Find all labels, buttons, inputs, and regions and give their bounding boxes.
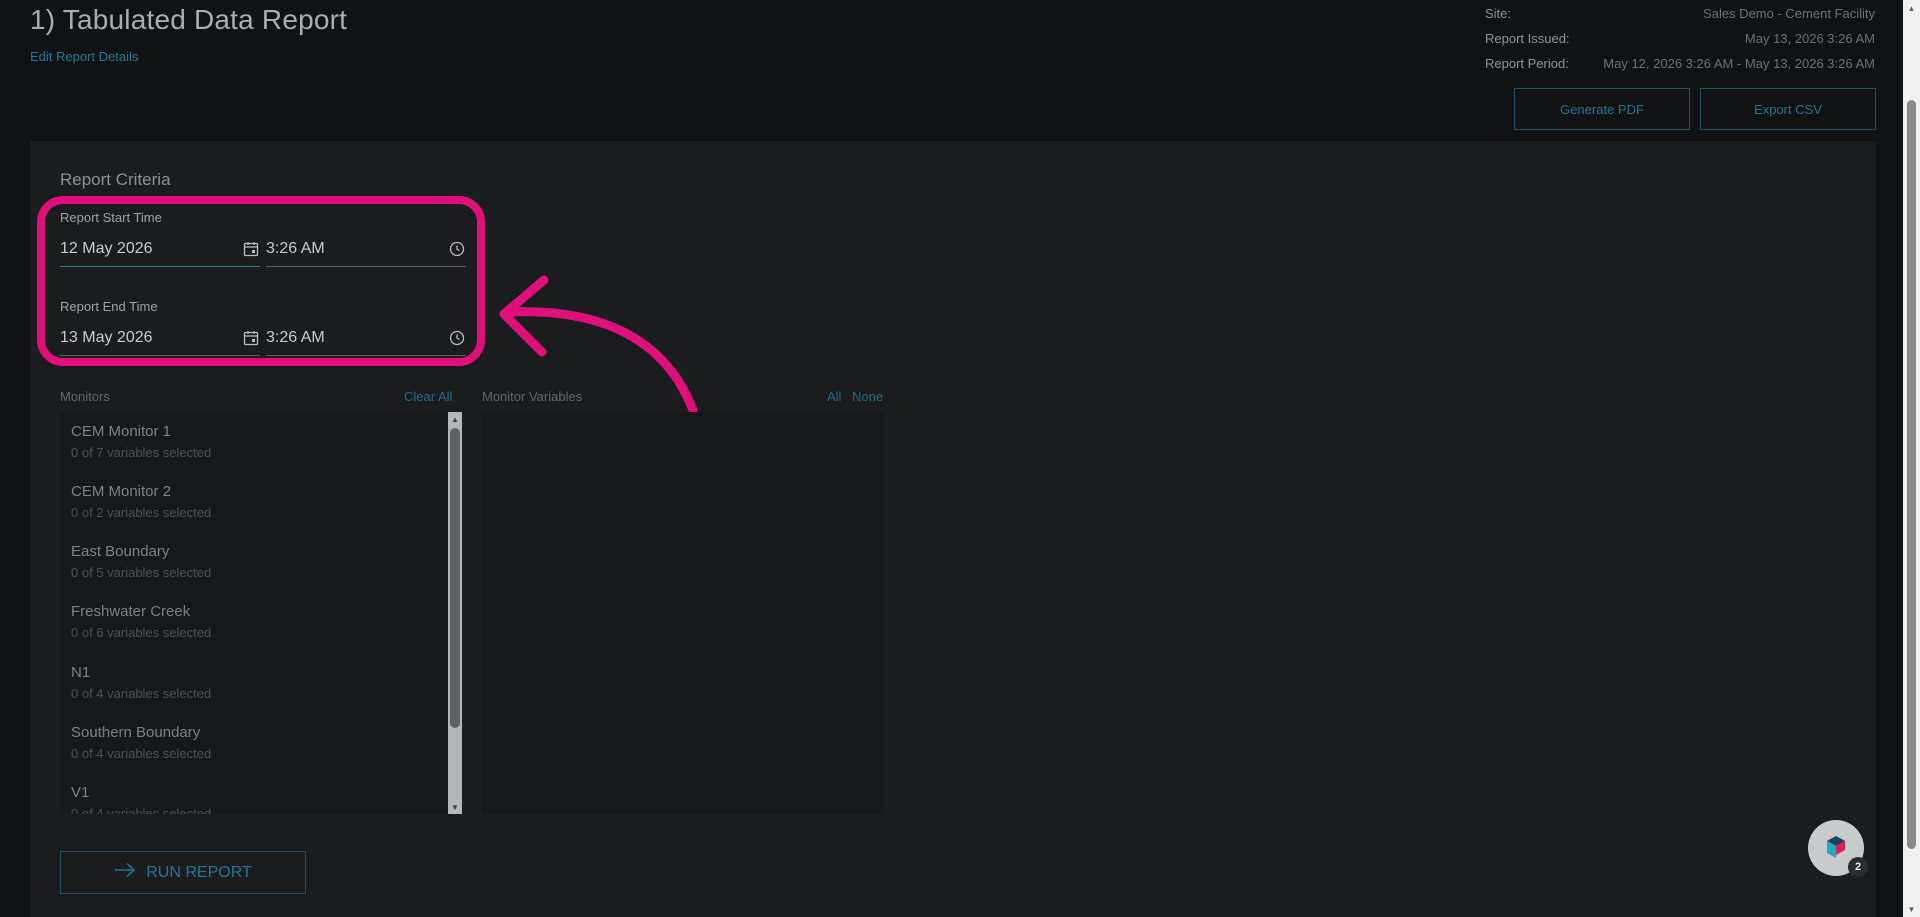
site-row: Site: Sales Demo - Cement Facility bbox=[1485, 5, 1875, 30]
period-label: Report Period: bbox=[1485, 56, 1569, 71]
report-criteria-title: Report Criteria bbox=[60, 170, 171, 189]
period-value: May 12, 2026 3:26 AM - May 13, 2026 3:26… bbox=[1603, 56, 1875, 71]
export-csv-button[interactable]: Export CSV bbox=[1700, 88, 1876, 130]
start-date-value: 12 May 2026 bbox=[60, 239, 153, 257]
arrow-right-icon bbox=[114, 862, 136, 883]
calendar-icon[interactable] bbox=[242, 329, 260, 347]
page-scrollbar[interactable]: ▲ ▼ bbox=[1903, 0, 1920, 917]
monitor-name: East Boundary bbox=[71, 543, 170, 560]
monitor-name: N1 bbox=[71, 664, 91, 681]
scroll-up-icon[interactable]: ▲ bbox=[448, 412, 462, 426]
monitor-list-scroll-thumb[interactable] bbox=[450, 428, 460, 728]
monitor-selection-count: 0 of 4 variables selected bbox=[71, 806, 212, 814]
scroll-up-icon[interactable]: ▲ bbox=[1903, 0, 1920, 16]
list-item[interactable]: Southern Boundary 0 of 4 variables selec… bbox=[71, 724, 211, 761]
monitor-name: Freshwater Creek bbox=[71, 603, 191, 620]
period-row: Report Period: May 12, 2026 3:26 AM - Ma… bbox=[1485, 55, 1875, 80]
list-item[interactable]: N1 0 of 4 variables selected bbox=[71, 664, 211, 701]
monitor-list[interactable]: CEM Monitor 1 0 of 7 variables selected … bbox=[60, 412, 462, 814]
start-time-field[interactable]: 3:26 AM bbox=[266, 231, 466, 267]
end-time-value: 3:26 AM bbox=[266, 328, 325, 346]
monitor-variables-panel[interactable] bbox=[482, 412, 884, 814]
list-item[interactable]: V1 0 of 4 variables selected bbox=[71, 784, 211, 814]
start-time-value: 3:26 AM bbox=[266, 239, 325, 257]
end-date-field[interactable]: 13 May 2026 bbox=[60, 320, 260, 356]
list-item[interactable]: Freshwater Creek 0 of 6 variables select… bbox=[71, 603, 211, 640]
end-time-field[interactable]: 3:26 AM bbox=[266, 320, 466, 356]
monitor-name: CEM Monitor 1 bbox=[71, 423, 172, 440]
clock-icon[interactable] bbox=[448, 240, 466, 258]
report-meta: Site: Sales Demo - Cement Facility Repor… bbox=[1485, 5, 1875, 80]
monitor-selection-count: 0 of 5 variables selected bbox=[71, 565, 212, 580]
monitor-name: Southern Boundary bbox=[71, 724, 201, 741]
monitor-name: V1 bbox=[71, 784, 90, 801]
notification-count-badge: 2 bbox=[1848, 857, 1868, 877]
monitor-variables-header: Monitor Variables bbox=[482, 389, 583, 404]
start-time-label: Report Start Time bbox=[60, 210, 162, 225]
scroll-down-icon[interactable]: ▼ bbox=[448, 800, 462, 814]
issued-value: May 13, 2026 3:26 AM bbox=[1744, 31, 1875, 46]
run-report-button[interactable]: RUN REPORT bbox=[60, 851, 306, 894]
select-none-variables-link[interactable]: None bbox=[852, 389, 883, 404]
monitor-list-scrollbar[interactable]: ▲ ▼ bbox=[448, 412, 462, 814]
page-scroll-thumb[interactable] bbox=[1907, 100, 1916, 849]
page-title: 1) Tabulated Data Report bbox=[30, 4, 348, 35]
monitor-selection-count: 0 of 6 variables selected bbox=[71, 625, 212, 640]
site-value: Sales Demo - Cement Facility bbox=[1703, 6, 1875, 21]
generate-pdf-button[interactable]: Generate PDF bbox=[1514, 88, 1690, 130]
monitor-selection-count: 0 of 4 variables selected bbox=[71, 746, 212, 761]
issued-row: Report Issued: May 13, 2026 3:26 AM bbox=[1485, 30, 1875, 55]
end-date-value: 13 May 2026 bbox=[60, 328, 153, 346]
monitor-name: CEM Monitor 2 bbox=[71, 483, 172, 500]
scroll-down-icon[interactable]: ▼ bbox=[1903, 901, 1920, 917]
list-item[interactable]: East Boundary 0 of 5 variables selected bbox=[71, 543, 211, 580]
end-time-label: Report End Time bbox=[60, 299, 158, 314]
site-label: Site: bbox=[1485, 6, 1512, 21]
list-item[interactable]: CEM Monitor 1 0 of 7 variables selected bbox=[71, 423, 211, 460]
clock-icon[interactable] bbox=[448, 329, 466, 347]
issued-label: Report Issued: bbox=[1485, 31, 1570, 46]
run-report-label: RUN REPORT bbox=[146, 863, 252, 881]
edit-report-details-link[interactable]: Edit Report Details bbox=[30, 49, 138, 64]
select-all-variables-link[interactable]: All bbox=[827, 389, 841, 404]
monitor-selection-count: 0 of 7 variables selected bbox=[71, 445, 212, 460]
help-logo-icon bbox=[1827, 836, 1845, 858]
monitors-header: Monitors bbox=[60, 389, 110, 404]
monitor-selection-count: 0 of 4 variables selected bbox=[71, 686, 212, 701]
calendar-icon[interactable] bbox=[242, 240, 260, 258]
monitor-selection-count: 0 of 2 variables selected bbox=[71, 505, 212, 520]
clear-all-link[interactable]: Clear All bbox=[404, 389, 452, 404]
list-item[interactable]: CEM Monitor 2 0 of 2 variables selected bbox=[71, 483, 211, 520]
start-date-field[interactable]: 12 May 2026 bbox=[60, 231, 260, 267]
